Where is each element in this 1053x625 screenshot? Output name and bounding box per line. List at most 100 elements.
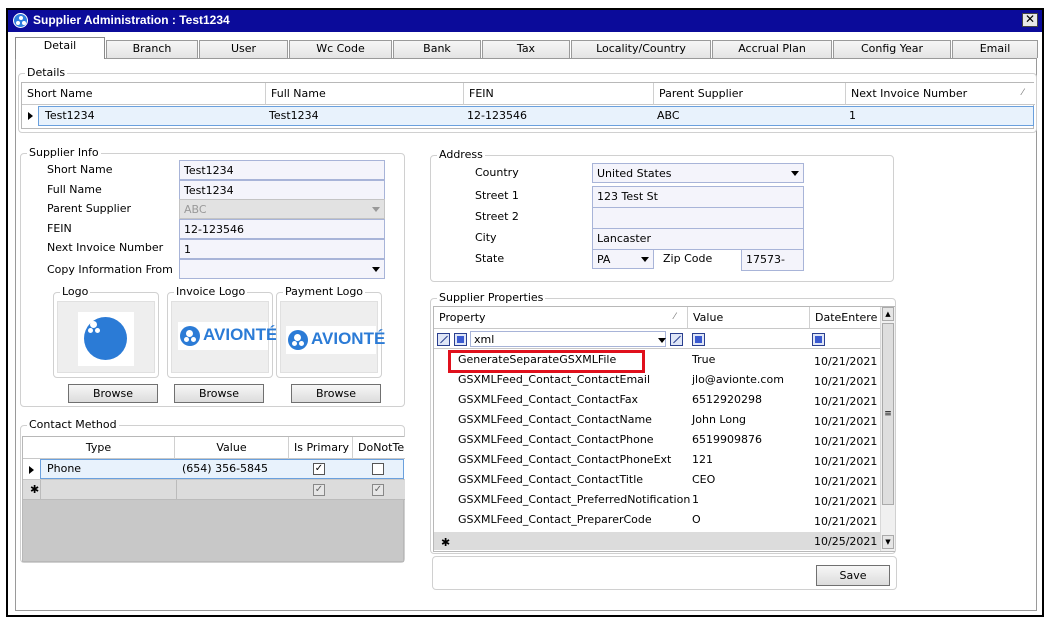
zip-code-field[interactable]: 17573- (741, 249, 804, 271)
col-date-entered[interactable]: DateEntere (810, 307, 880, 329)
col-value[interactable]: Value (688, 307, 810, 329)
invoice-logo-browse-button[interactable]: Browse (174, 384, 264, 403)
street2-label: Street 2 (475, 210, 519, 223)
details-row[interactable]: Test1234 Test1234 12-123546 ABC 1 (38, 106, 1034, 126)
col-is-primary[interactable]: Is Primary (289, 437, 353, 459)
col-do-not[interactable]: DoNotTe (353, 437, 405, 459)
close-button[interactable]: ✕ (1022, 13, 1038, 27)
cell-next-invoice-number: 1 (849, 109, 856, 122)
table-row[interactable]: GSXMLFeed_Contact_ContactPhone 651990987… (434, 430, 880, 450)
col-next-invoice-number[interactable]: Next Invoice Number (846, 83, 1035, 105)
new-row-do-not-checkbox[interactable]: ✓ (372, 484, 384, 496)
table-row[interactable]: GSXMLFeed_Contact_PreferredNotification … (434, 490, 880, 510)
filter-operator-icon[interactable] (454, 333, 467, 346)
scroll-down-icon[interactable]: ▼ (882, 535, 894, 549)
tab-user[interactable]: User (199, 40, 288, 58)
tab-email[interactable]: Email (952, 40, 1038, 58)
tab-strip: Detail Branch User Wc Code Bank Tax Loca… (15, 37, 1038, 59)
supplier-properties-title: Supplier Properties (437, 291, 546, 304)
tab-branch[interactable]: Branch (106, 40, 198, 58)
supplier-properties-grid: Property ⁄ Value DateEntere xml Generate… (433, 306, 895, 552)
col-type[interactable]: Type (23, 437, 175, 459)
parent-supplier-dropdown[interactable]: ABC (179, 199, 385, 219)
filter-edit-icon[interactable] (437, 333, 450, 346)
street2-field[interactable] (592, 207, 804, 229)
payment-logo-brand: AVIONTÉ (311, 329, 386, 348)
invoice-logo-image: AVIONTÉ (178, 322, 277, 350)
col-full-name[interactable]: Full Name (266, 83, 464, 105)
table-row[interactable]: GSXMLFeed_Contact_ContactTitle CEO 10/21… (434, 470, 880, 490)
logo-browse-button[interactable]: Browse (68, 384, 158, 403)
col-value[interactable]: Value (175, 437, 289, 459)
scroll-thumb[interactable]: ≡ (882, 323, 894, 505)
property-date: 10/21/2021 (814, 495, 878, 508)
supplier-info-title: Supplier Info (27, 146, 101, 159)
filter-operator-icon[interactable] (692, 333, 705, 346)
city-field[interactable]: Lancaster (592, 228, 804, 250)
street1-field[interactable]: 123 Test St (592, 186, 804, 208)
short-name-field[interactable]: Test1234 (179, 160, 385, 180)
country-label: Country (475, 166, 519, 179)
property-value: O (692, 513, 701, 526)
next-invoice-number-field[interactable]: 1 (179, 239, 385, 259)
country-dropdown[interactable]: United States (592, 163, 804, 183)
vertical-scrollbar[interactable]: ▲ ≡ ▼ (880, 307, 895, 551)
filter-row: xml (434, 329, 880, 349)
row-indicator-icon (28, 112, 33, 120)
address-group: Address Country United States Street 1 1… (430, 148, 894, 282)
logo-box: Logo (53, 285, 159, 378)
table-row[interactable]: GSXMLFeed_Contact_ContactFax 6512920298 … (434, 390, 880, 410)
tab-accrual-plan[interactable]: Accrual Plan (712, 40, 832, 58)
new-row-primary-checkbox[interactable]: ✓ (313, 484, 325, 496)
property-value: 6519909876 (692, 433, 762, 446)
table-row[interactable]: GSXMLFeed_Contact_ContactName John Long … (434, 410, 880, 430)
contact-new-row[interactable]: ✱ ✓ ✓ (23, 480, 405, 500)
invoice-logo-brand: AVIONTÉ (203, 325, 278, 344)
tab-locality-country[interactable]: Locality/Country (571, 40, 711, 58)
col-short-name[interactable]: Short Name (22, 83, 266, 105)
col-fein[interactable]: FEIN (464, 83, 654, 105)
logo-image (78, 312, 134, 366)
table-row[interactable]: GSXMLFeed_Contact_PreparerCode O 10/21/2… (434, 510, 880, 530)
chevron-down-icon[interactable] (658, 338, 666, 343)
property-name: GSXMLFeed_Contact_PreferredNotification (458, 493, 691, 506)
save-button[interactable]: Save (816, 565, 890, 586)
tab-wc-code[interactable]: Wc Code (289, 40, 392, 58)
tab-config-year[interactable]: Config Year (833, 40, 951, 58)
fein-field[interactable]: 12-123546 (179, 219, 385, 239)
property-filter-input[interactable]: xml (470, 331, 666, 347)
col-property[interactable]: Property (434, 307, 688, 329)
col-parent-supplier[interactable]: Parent Supplier (654, 83, 846, 105)
filter-edit-icon[interactable] (670, 333, 683, 346)
properties-new-row[interactable]: ✱ 10/25/2021 (434, 532, 880, 550)
contact-type: Phone (47, 462, 82, 475)
next-invoice-number-label: Next Invoice Number (47, 241, 164, 254)
full-name-field[interactable]: Test1234 (179, 180, 385, 200)
parent-supplier-value: ABC (184, 203, 207, 216)
table-row[interactable]: GSXMLFeed_Contact_ContactPhoneExt 121 10… (434, 450, 880, 470)
copy-information-from-dropdown[interactable] (179, 259, 385, 279)
contact-row[interactable]: Phone (654) 356-5845 ✓ (40, 459, 404, 479)
do-not-checkbox[interactable] (372, 463, 384, 475)
table-row[interactable]: GSXMLFeed_Contact_ContactEmail jlo@avion… (434, 370, 880, 390)
tab-tax[interactable]: Tax (482, 40, 570, 58)
property-date: 10/21/2021 (814, 455, 878, 468)
details-grid: Short Name Full Name FEIN Parent Supplie… (21, 82, 1035, 129)
property-value: jlo@avionte.com (692, 373, 784, 386)
cell-parent-supplier: ABC (657, 109, 680, 122)
supplier-admin-window: Supplier Administration : Test1234 ✕ Det… (6, 8, 1044, 617)
tab-detail[interactable]: Detail (15, 37, 105, 59)
supplier-info-group: Supplier Info Short Name Test1234 Full N… (20, 146, 405, 407)
state-dropdown[interactable]: PA (592, 249, 654, 269)
scroll-up-icon[interactable]: ▲ (882, 307, 894, 321)
tab-bank[interactable]: Bank (393, 40, 481, 58)
contact-method-group: Contact Method Type Value Is Primary DoN… (20, 418, 405, 563)
payment-logo-browse-button[interactable]: Browse (291, 384, 381, 403)
parent-supplier-label: Parent Supplier (47, 202, 132, 215)
cell-fein: 12-123546 (467, 109, 527, 122)
is-primary-checkbox[interactable]: ✓ (313, 463, 325, 475)
property-value: 1 (692, 493, 699, 506)
filter-operator-icon[interactable] (812, 333, 825, 346)
avionte-logo-icon (288, 330, 308, 350)
copy-information-from-label: Copy Information From (47, 263, 173, 276)
